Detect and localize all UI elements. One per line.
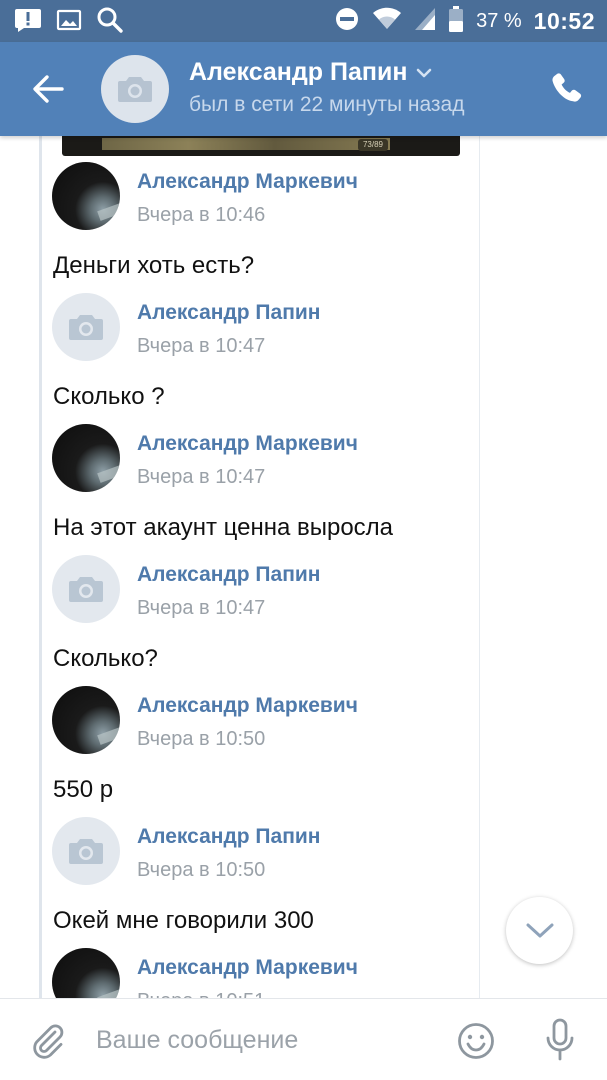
forwarded-quote-bar: [39, 136, 42, 998]
scroll-to-bottom-button[interactable]: [506, 897, 573, 964]
battery-percent: 37 %: [476, 9, 522, 32]
sender-name[interactable]: Александр Маркевич: [137, 694, 358, 718]
message-text: На этот акаунт ценна выросла: [53, 514, 394, 541]
chevron-down-icon: [526, 923, 553, 937]
signal-icon: [414, 6, 436, 37]
message-input[interactable]: [96, 1019, 426, 1061]
sender-name[interactable]: Александр Маркевич: [137, 170, 358, 194]
sender-name[interactable]: Александр Папин: [137, 825, 320, 849]
message-text: Сколько?: [53, 645, 158, 672]
camera-icon: [118, 77, 152, 102]
message-time: Вчера в 10:50: [137, 728, 266, 750]
message-text: Сколько ?: [53, 383, 165, 410]
paperclip-icon: [33, 1024, 64, 1059]
sender-avatar[interactable]: [52, 293, 120, 361]
emoji-icon: [458, 1023, 494, 1059]
notification-alert-icon: [14, 7, 42, 38]
sender-name[interactable]: Александр Папин: [137, 563, 320, 587]
sender-avatar[interactable]: [52, 424, 120, 492]
sender-avatar[interactable]: [52, 555, 120, 623]
microphone-icon: [546, 1018, 574, 1061]
message-text: Окей мне говорили 300: [53, 907, 314, 934]
sender-name[interactable]: Александр Папин: [137, 301, 320, 325]
search-icon: [96, 6, 124, 39]
phone-icon: [552, 73, 582, 102]
camera-icon: [69, 577, 103, 602]
attached-image-bottom[interactable]: 73/89: [62, 136, 460, 156]
camera-icon: [69, 839, 103, 864]
sender-name[interactable]: Александр Маркевич: [137, 432, 358, 456]
emoji-button[interactable]: [456, 1021, 496, 1061]
sender-name[interactable]: Александр Маркевич: [137, 956, 358, 980]
camera-icon: [69, 315, 103, 340]
call-button[interactable]: [548, 70, 586, 108]
battery-icon: [448, 5, 464, 38]
image-badge: 73/89: [357, 139, 388, 151]
chat-header: Александр Папин был в сети 22 минуты наз…: [0, 42, 607, 136]
message-time: Вчера в 10:51: [137, 990, 265, 998]
message-composer: [0, 998, 607, 1080]
gallery-icon: [56, 8, 82, 37]
thread-divider: [479, 136, 480, 998]
sender-avatar[interactable]: [52, 162, 120, 230]
message-text: 550 р: [53, 776, 114, 803]
vk-chat-screen: 37 % 10:52 Александр Папин был в сети 22…: [0, 0, 607, 1080]
clock: 10:52: [533, 7, 595, 34]
wifi-icon: [372, 7, 402, 36]
contact-status: был в сети 22 минуты назад: [189, 93, 465, 116]
contact-name: Александр Папин: [189, 58, 408, 86]
sender-avatar[interactable]: [52, 948, 120, 998]
attached-image-content: [102, 138, 390, 150]
message-time: Вчера в 10:50: [137, 859, 266, 881]
message-time: Вчера в 10:47: [137, 466, 266, 488]
message-time: Вчера в 10:46: [137, 204, 266, 226]
status-bar: 37 % 10:52: [0, 0, 607, 42]
contact-title[interactable]: Александр Папин: [189, 58, 433, 87]
message-time: Вчера в 10:47: [137, 335, 266, 357]
sender-avatar[interactable]: [52, 817, 120, 885]
back-arrow-icon: [33, 75, 64, 103]
do-not-disturb-icon: [334, 6, 360, 37]
chevron-down-icon: [417, 68, 432, 77]
message-time: Вчера в 10:47: [137, 597, 266, 619]
sender-avatar[interactable]: [52, 686, 120, 754]
voice-message-button[interactable]: [543, 1017, 577, 1063]
back-button[interactable]: [22, 66, 72, 112]
contact-avatar[interactable]: [101, 55, 169, 123]
attach-button[interactable]: [28, 1021, 68, 1061]
message-thread[interactable]: 73/89 Александр Маркевич Вчера в 10:46 Д…: [0, 136, 607, 998]
message-text: Деньги хоть есть?: [53, 252, 255, 279]
